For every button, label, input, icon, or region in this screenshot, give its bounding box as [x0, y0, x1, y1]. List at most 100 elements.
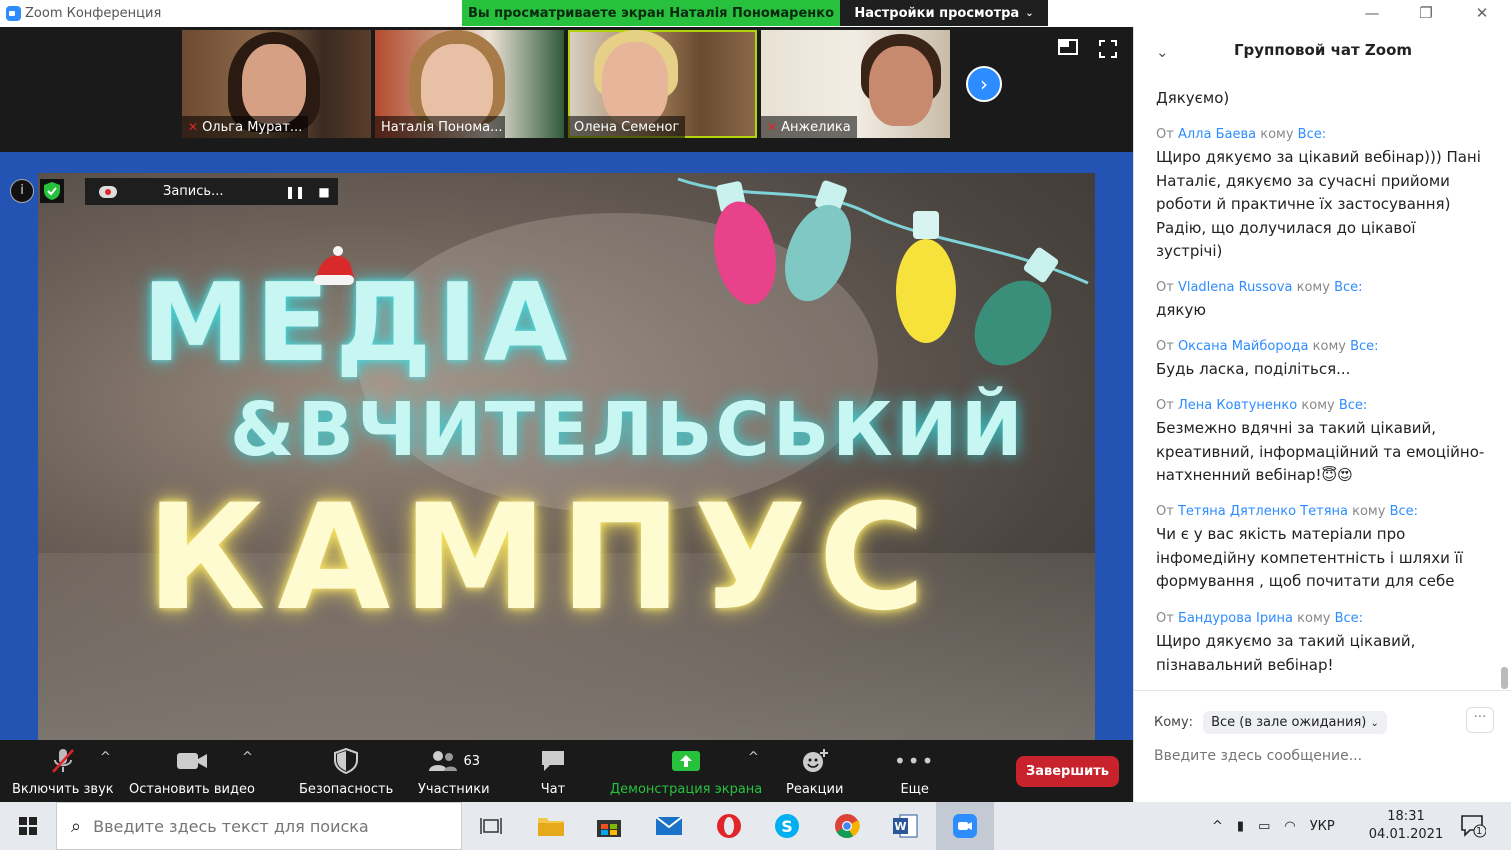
- taskbar-search[interactable]: ⌕: [56, 802, 462, 850]
- meeting-info-icon[interactable]: i: [10, 179, 34, 203]
- santa-hat-icon: [314, 246, 354, 285]
- system-tray: ^ ▮ ▭ ◠ УКР: [1212, 802, 1335, 850]
- slide-title-line3: КАМПУС: [146, 473, 938, 643]
- chat-recipient: Кому: Все (в зале ожидания) ⌄: [1154, 711, 1387, 734]
- cloud-recording-icon: [99, 185, 117, 198]
- stop-video-button[interactable]: Остановить видео: [129, 746, 255, 797]
- sender-name[interactable]: Алла Баева: [1178, 127, 1256, 142]
- security-label: Безопасность: [299, 782, 394, 797]
- language-indicator[interactable]: УКР: [1310, 819, 1335, 834]
- pause-recording-button[interactable]: ❚❚: [285, 185, 305, 199]
- chat-messages: Дякуємо) От Алла Баева кому Все: Щиро дя…: [1134, 77, 1504, 687]
- sender-name[interactable]: Тетяна Дятленко Тетяна: [1178, 504, 1348, 519]
- sender-name[interactable]: Vladlena Russova: [1178, 280, 1293, 295]
- tray-chevron-up-icon[interactable]: ^: [1212, 819, 1223, 834]
- sender-name[interactable]: Лена Ковтуненко: [1178, 398, 1297, 413]
- minimize-button[interactable]: —: [1352, 2, 1392, 24]
- stop-recording-button[interactable]: ■: [317, 185, 331, 199]
- chevron-down-icon[interactable]: ⌄: [1156, 43, 1169, 61]
- notification-count: 1: [1476, 826, 1483, 837]
- view-options-label: Настройки просмотра: [854, 5, 1020, 21]
- store-icon[interactable]: [580, 802, 638, 850]
- start-button[interactable]: [0, 802, 56, 850]
- chrome-icon[interactable]: [818, 802, 876, 850]
- chat-message-text: Щиро дякуємо за цікавий вебінар))) Пані …: [1156, 148, 1481, 260]
- view-options-button[interactable]: Настройки просмотра ⌄: [840, 0, 1048, 26]
- clock-date: 04.01.2021: [1368, 827, 1444, 842]
- audio-options-caret[interactable]: ^: [100, 750, 111, 765]
- participant-thumb[interactable]: Наталія Понома...: [375, 30, 564, 138]
- chat-message-sender: От Лена Ковтуненко кому Все:: [1156, 398, 1368, 413]
- chat-message-sender: От Тетяна Дятленко Тетяна кому Все:: [1156, 504, 1419, 519]
- window-title: Zoom Конференция: [25, 6, 162, 21]
- unmute-button[interactable]: Включить звук: [12, 746, 114, 797]
- chat-message-input[interactable]: [1154, 745, 1494, 767]
- share-screen-icon: [671, 746, 701, 776]
- security-button[interactable]: Безопасность: [299, 746, 393, 797]
- participant-thumb[interactable]: ✕ Анжелика: [761, 30, 950, 138]
- skype-icon[interactable]: S: [758, 802, 816, 850]
- participant-name: Олена Семеног: [574, 119, 680, 135]
- end-meeting-button[interactable]: Завершить: [1016, 756, 1119, 787]
- chat-message-text: Дякуємо): [1156, 89, 1230, 107]
- smiley-plus-icon: [801, 746, 829, 776]
- participant-name-tag: ✕ Анжелика: [761, 116, 857, 138]
- windows-taskbar: ⌕ S W ^ ▮ ▭: [0, 802, 1511, 850]
- sender-name[interactable]: Бандурова Ірина: [1178, 611, 1293, 626]
- participant-name: Ольга Мурат...: [202, 119, 303, 135]
- chat-message-text: Безмежно вдячні за такий цікавий, креати…: [1156, 419, 1485, 484]
- chevron-right-icon: ›: [980, 72, 988, 96]
- participant-thumb[interactable]: Олена Семеног: [568, 30, 757, 138]
- task-view-icon[interactable]: [462, 802, 520, 850]
- chat-more-button[interactable]: ···: [1466, 707, 1494, 733]
- speaker-view-icon[interactable]: [1058, 39, 1078, 60]
- zoom-taskbar-icon[interactable]: [936, 802, 994, 850]
- clock-time: 18:31: [1387, 809, 1425, 824]
- mail-icon[interactable]: [640, 802, 698, 850]
- restore-button[interactable]: ❐: [1406, 2, 1446, 24]
- close-button[interactable]: ✕: [1462, 2, 1502, 24]
- chat-message-text: Будь ласка, поділіться...: [1156, 360, 1351, 378]
- participant-thumb[interactable]: ✕ Ольга Мурат...: [182, 30, 371, 138]
- chat-scrollbar[interactable]: [1501, 667, 1508, 689]
- stop-video-label: Остановить видео: [129, 782, 255, 797]
- chat-title: Групповой чат Zoom: [1233, 41, 1413, 59]
- chevron-down-icon: ⌄: [1370, 718, 1379, 729]
- zoom-logo-icon: [6, 6, 21, 21]
- fullscreen-icon[interactable]: [1098, 39, 1118, 64]
- opera-icon[interactable]: [700, 802, 758, 850]
- battery-icon[interactable]: ▭: [1258, 819, 1270, 834]
- more-label: Еще: [900, 782, 929, 797]
- file-explorer-icon[interactable]: [522, 802, 580, 850]
- unmute-label: Включить звук: [12, 782, 114, 797]
- slide-title-line2: &ВЧИТЕЛЬСЬКИЙ: [230, 387, 1026, 473]
- participants-button[interactable]: 63 Участники: [418, 746, 490, 797]
- next-page-button[interactable]: ›: [966, 66, 1002, 102]
- presentation-slide: МЕДІА &ВЧИТЕЛЬСЬКИЙ КАМПУС: [38, 173, 1095, 740]
- video-area: ✕ Ольга Мурат... Наталія Понома... Олена…: [0, 27, 1133, 740]
- taskbar-clock[interactable]: 18:31 04.01.2021: [1362, 808, 1450, 844]
- participants-icon: 63: [428, 746, 480, 776]
- share-options-caret[interactable]: ^: [748, 750, 759, 765]
- microphone-tray-icon[interactable]: ▮: [1237, 819, 1244, 834]
- video-options-caret[interactable]: ^: [242, 750, 253, 765]
- taskbar-search-input[interactable]: [93, 816, 424, 836]
- sender-name[interactable]: Оксана Майборода: [1178, 339, 1309, 354]
- word-icon[interactable]: W: [876, 802, 934, 850]
- reactions-button[interactable]: Реакции: [786, 746, 843, 797]
- recipient-select[interactable]: Все (в зале ожидания) ⌄: [1203, 711, 1387, 734]
- wifi-icon[interactable]: ◠: [1284, 819, 1295, 834]
- share-banner: Вы просматриваете экран Наталія Пономаре…: [462, 0, 840, 26]
- video-camera-icon: [176, 746, 208, 776]
- chat-panel: ⌄ Групповой чат Zoom Дякуємо) От Алла Ба…: [1133, 27, 1511, 802]
- chat-button[interactable]: Чат: [540, 746, 566, 797]
- shield-icon: [334, 746, 359, 776]
- chat-message-sender: От Vladlena Russova кому Все:: [1156, 280, 1363, 295]
- chat-message: От Бандурова Ірина кому Все: Щиро дякуєм…: [1156, 610, 1486, 677]
- meeting-toolbar: Включить звук ^ Остановить видео ^ Безоп…: [0, 740, 1133, 802]
- more-button[interactable]: ••• Еще: [894, 746, 935, 797]
- participant-name-tag: Олена Семеног: [568, 116, 686, 138]
- notifications-button[interactable]: 1: [1460, 802, 1486, 850]
- share-screen-button[interactable]: Демонстрация экрана: [610, 746, 762, 797]
- encryption-shield-icon[interactable]: [40, 179, 64, 203]
